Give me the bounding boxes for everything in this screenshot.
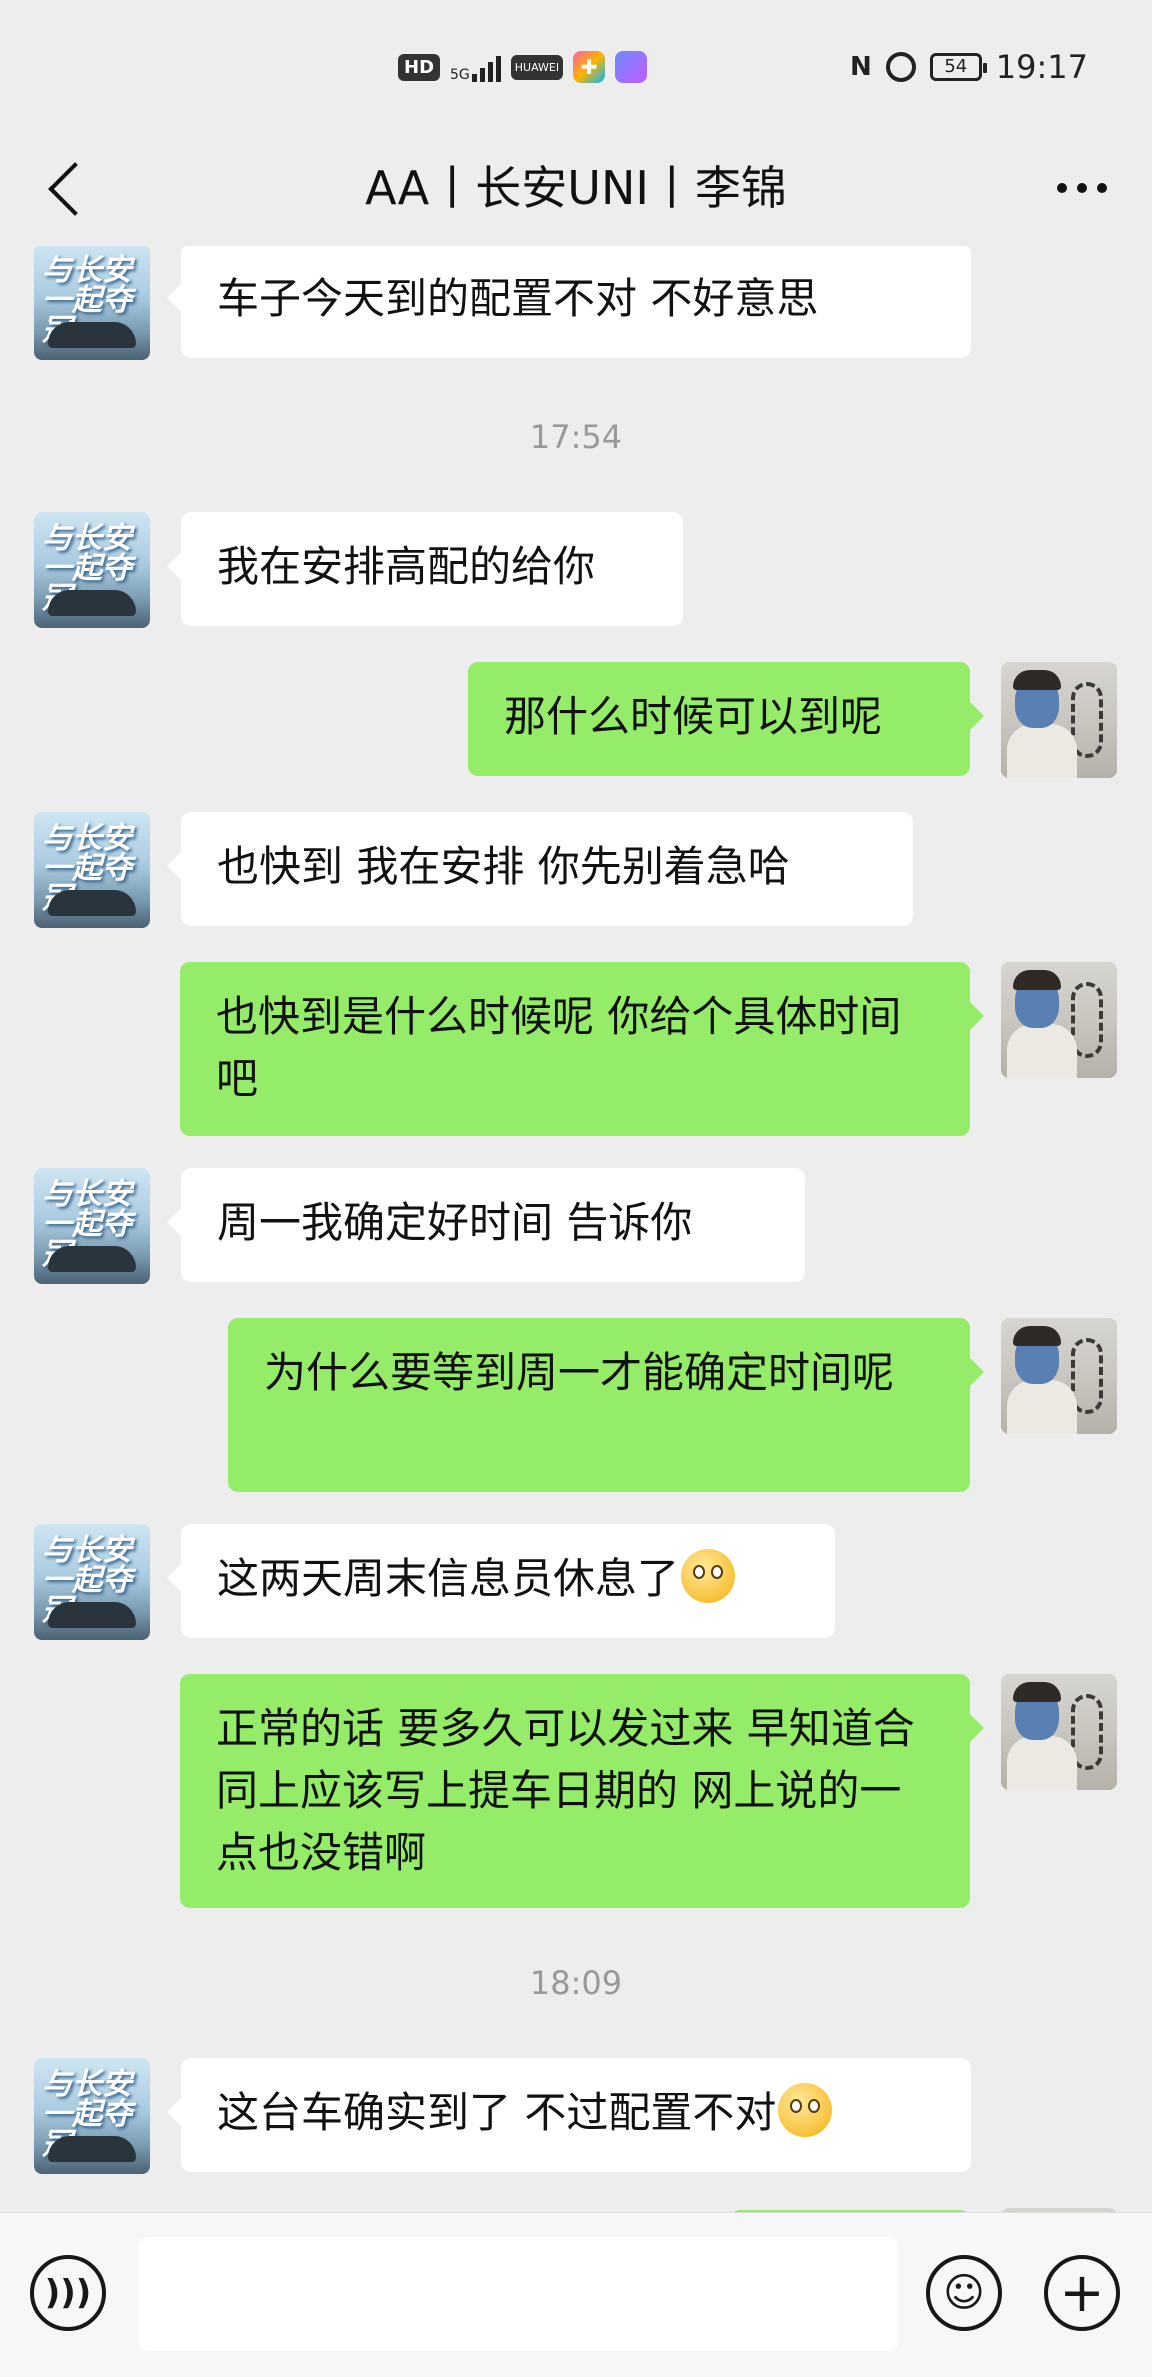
timestamp: 18:09 — [529, 1964, 623, 2002]
battery-icon: 54 — [929, 53, 987, 81]
message-text: 这两天周末信息员休息了 — [217, 1554, 680, 1603]
status-bar: HD 5G HUAWEI ✚ N 54 19:17 — [0, 0, 1152, 130]
input-bar: ))) ☺ + — [0, 2212, 1152, 2377]
message-text: 周一我确定好时间 告诉你 — [217, 1198, 693, 1247]
back-button[interactable] — [36, 148, 116, 228]
message-bubble-received[interactable]: 也快到 我在安排 你先别着急哈 — [167, 812, 913, 926]
message-text: 那什么时候可以到呢 — [504, 692, 883, 741]
contact-avatar[interactable]: 与长安一起夺冠 — [34, 512, 150, 628]
emoji-button[interactable]: ☺ — [926, 2255, 1002, 2331]
message-bubble-sent[interactable]: 正常的话 要多久可以发过来 早知道合同上应该写上提车日期的 网上说的一点也没错啊 — [180, 1674, 984, 1908]
flushed-face-emoji — [681, 1549, 736, 1603]
contact-avatar[interactable]: 与长安一起夺冠 — [34, 1524, 150, 1640]
message-text: 也快到是什么时候呢 你给个具体时间吧 — [216, 992, 902, 1103]
message-bubble-received[interactable]: 周一我确定好时间 告诉你 — [167, 1168, 805, 1282]
my-avatar[interactable] — [1001, 1318, 1117, 1434]
message-bubble-received[interactable]: 我在安排高配的给你 — [167, 512, 683, 626]
voice-icon: ))) — [44, 2273, 92, 2313]
chat-title: AA丨长安UNI丨李锦 — [365, 161, 787, 215]
timestamp: 17:54 — [529, 418, 623, 456]
title-bar: AA丨长安UNI丨李锦 — [0, 130, 1152, 246]
emoji-icon: ☺ — [943, 2270, 985, 2316]
message-bubble-sent[interactable]: 也快到是什么时候呢 你给个具体时间吧 — [180, 962, 984, 1136]
signal-icon: 5G — [450, 52, 501, 82]
message-text: 为什么要等到周一才能确定时间呢 — [264, 1348, 895, 1397]
huawei-app-icon: HUAWEI — [510, 54, 564, 80]
message-text: 正常的话 要多久可以发过来 早知道合同上应该写上提车日期的 网上说的一点也没错啊 — [216, 1704, 915, 1877]
contact-avatar[interactable]: 与长安一起夺冠 — [34, 2058, 150, 2174]
message-text: 也快到 我在安排 你先别着急哈 — [217, 842, 790, 891]
voice-button[interactable]: ))) — [30, 2255, 106, 2331]
my-avatar[interactable] — [1001, 962, 1117, 1078]
alarm-icon — [885, 52, 916, 82]
status-right: N 54 19:17 — [850, 46, 1088, 88]
contact-avatar[interactable]: 与长安一起夺冠 — [34, 1168, 150, 1284]
more-dots-icon — [1057, 183, 1067, 193]
status-left: HD 5G HUAWEI ✚ — [398, 50, 648, 84]
message-bubble-received[interactable]: 这台车确实到了 不过配置不对 — [167, 2058, 971, 2172]
message-text: 车子今天到的配置不对 不好意思 — [217, 274, 819, 323]
network-type: 5G — [450, 67, 470, 83]
app-notification-icon: ✚ — [573, 51, 606, 83]
message-bubble-received[interactable]: 车子今天到的配置不对 不好意思 — [167, 246, 971, 358]
message-bubble-sent[interactable]: 那什么时候可以到呢 — [468, 662, 984, 776]
more-button[interactable] — [1042, 148, 1122, 228]
hd-voice-icon: HD — [398, 53, 441, 81]
message-text: 这台车确实到了 不过配置不对 — [217, 2088, 777, 2137]
contact-avatar[interactable]: 与长安一起夺冠 — [34, 812, 150, 928]
flushed-face-emoji — [778, 2083, 833, 2137]
app-notification-icon-2 — [615, 51, 648, 83]
plus-button[interactable]: + — [1044, 2255, 1120, 2331]
my-avatar[interactable] — [1001, 662, 1117, 778]
my-avatar[interactable] — [1001, 1674, 1117, 1790]
message-bubble-received[interactable]: 这两天周末信息员休息了 — [167, 1524, 835, 1638]
message-list[interactable]: 与长安一起夺冠 车子今天到的配置不对 不好意思 17:54 与长安一起夺冠 我在… — [0, 246, 1152, 2212]
chevron-left-icon — [48, 162, 102, 216]
contact-avatar[interactable]: 与长安一起夺冠 — [34, 246, 150, 360]
plus-icon: + — [1059, 2261, 1105, 2324]
message-text: 我在安排高配的给你 — [217, 542, 596, 591]
nfc-icon: N — [850, 52, 872, 82]
message-bubble-sent[interactable]: 为什么要等到周一才能确定时间呢 — [228, 1318, 984, 1492]
status-time: 19:17 — [995, 48, 1088, 86]
message-input[interactable] — [138, 2237, 898, 2351]
